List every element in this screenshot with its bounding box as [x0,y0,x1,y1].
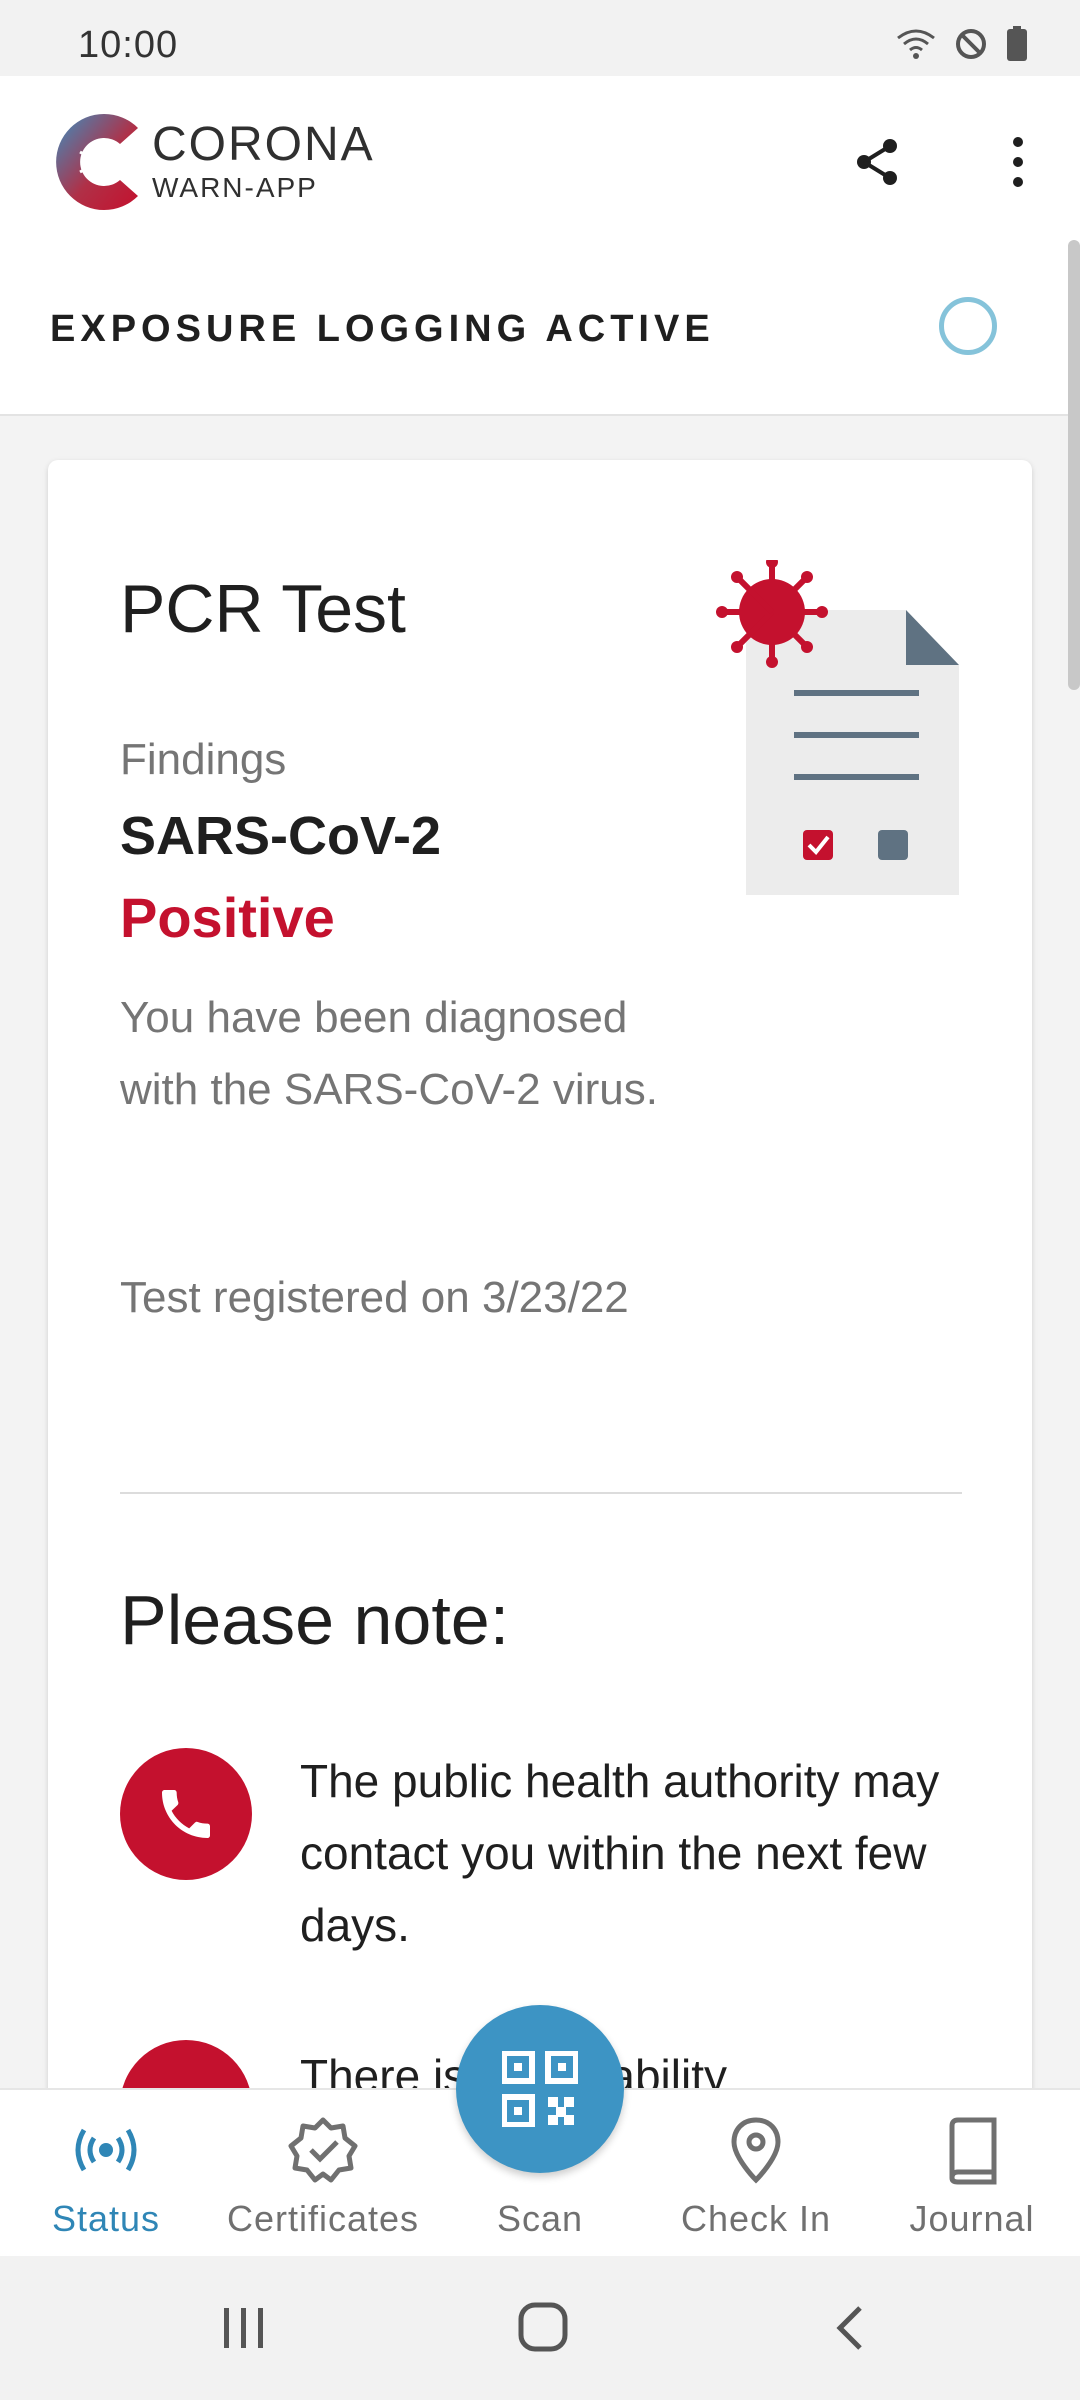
nav-label-journal: Journal [909,2198,1035,2239]
brand-subtitle: WARN-APP [152,172,318,203]
journal-icon [949,2117,997,2185]
phone-icon [120,1748,252,1880]
system-navigation-bar [0,2256,1080,2400]
registration-date: Test registered on 3/23/22 [120,1273,629,1322]
findings-value: SARS-CoV-2 [120,806,442,866]
scrollbar[interactable] [1068,240,1080,690]
status-time: 10:00 [78,24,179,66]
back-icon[interactable] [830,2304,870,2352]
app-bar: CORONA WARN-APP [0,76,1080,246]
share-icon[interactable] [850,134,906,190]
location-pin-icon [731,2117,781,2184]
home-button-icon[interactable] [518,2302,568,2352]
please-note-heading: Please note: [120,1581,510,1659]
result-description: You have been diagnosed with the SARS-Co… [120,993,658,1114]
corona-warn-app-logo-icon [56,114,138,210]
divider [120,1492,962,1494]
positive-test-document-illustration-icon [716,560,959,895]
battery-icon [1007,26,1027,61]
status-icon [75,2128,137,2172]
exposure-logging-card[interactable]: EXPOSURE LOGGING ACTIVE [0,246,1080,416]
test-result-badge: Positive [120,886,335,949]
note-item-text: The public health authority may contact … [300,1755,940,1951]
nav-label-scan: Scan [496,2198,584,2239]
scan-fab-button[interactable] [456,2005,624,2173]
nav-label-status: Status [51,2198,161,2239]
nav-item-certificates[interactable]: Certificates [223,2090,423,2258]
nav-item-check-in[interactable]: Check In [656,2090,856,2258]
brand-title: CORONA [152,118,375,171]
more-options-icon[interactable] [990,134,1046,190]
nav-item-journal[interactable]: Journal [872,2090,1072,2258]
nav-item-status[interactable]: Status [6,2090,206,2258]
exposure-status-ring-icon [939,297,997,355]
qr-code-icon [502,2051,578,2127]
status-bar: 10:00 [0,0,1080,76]
nav-label-certificates: Certificates [226,2198,420,2239]
recent-apps-icon[interactable] [220,2306,268,2350]
nav-label-check-in: Check In [680,2198,832,2239]
certificate-icon [288,2117,358,2183]
findings-label: Findings [120,735,287,784]
do-not-disturb-icon [956,29,986,59]
exposure-logging-label: EXPOSURE LOGGING ACTIVE [50,308,715,350]
status-icons [896,26,1028,62]
wifi-icon [897,29,935,59]
card-title: PCR Test [120,571,406,647]
